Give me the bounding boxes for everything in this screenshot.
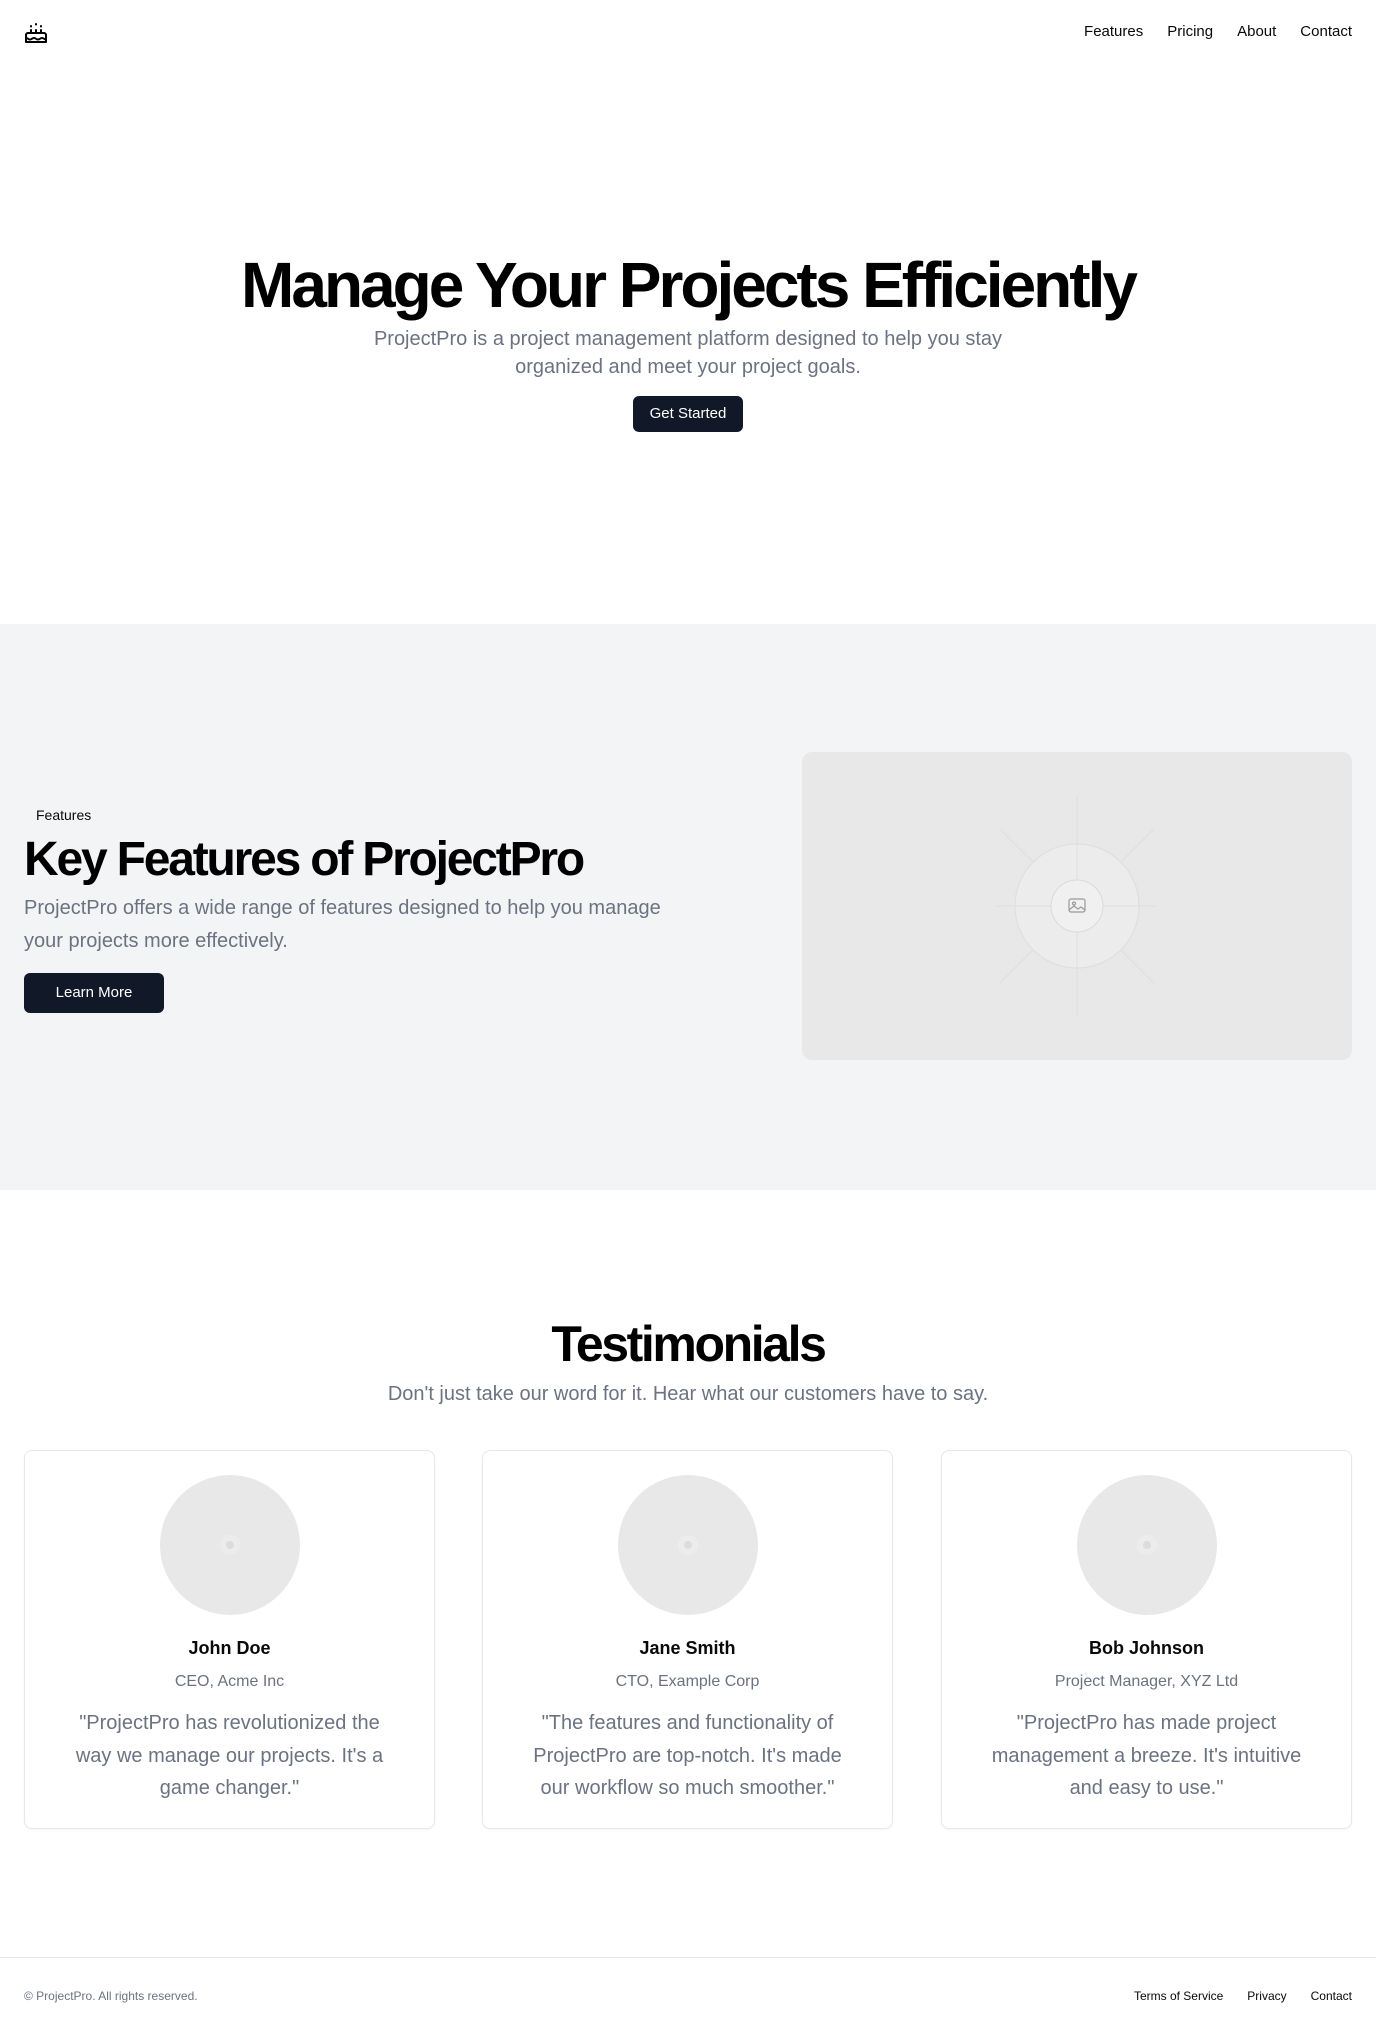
hero-subtitle: ProjectPro is a project management platf… xyxy=(373,328,1003,378)
testimonial-role: CEO, Acme Inc xyxy=(174,1673,285,1690)
feature-image-placeholder xyxy=(802,752,1352,1060)
features-title: Key Features of ProjectPro xyxy=(24,833,585,886)
testimonial-name: Jane Smith xyxy=(639,1638,736,1658)
testimonial-card: John Doe CEO, Acme Inc "ProjectPro has r… xyxy=(24,1450,435,1829)
testimonial-role: Project Manager, XYZ Ltd xyxy=(1054,1673,1239,1690)
nav-features[interactable]: Features xyxy=(1084,22,1143,42)
nav-contact[interactable]: Contact xyxy=(1300,22,1352,42)
testimonials-section: Testimonials Don't just take our word fo… xyxy=(0,1190,1376,1957)
testimonial-quote: "ProjectPro has made project management … xyxy=(991,1712,1302,1799)
testimonial-card: Bob Johnson Project Manager, XYZ Ltd "Pr… xyxy=(941,1450,1352,1829)
copyright-text: © ProjectPro. All rights reserved. xyxy=(24,1989,198,2003)
nav-pricing[interactable]: Pricing xyxy=(1167,22,1213,42)
features-section: Features Key Features of ProjectPro Proj… xyxy=(0,624,1376,1190)
hero-section: Manage Your Projects Efficiently Project… xyxy=(0,64,1376,624)
site-footer: © ProjectPro. All rights reserved. Terms… xyxy=(0,1957,1376,2022)
features-description: ProjectPro offers a wide range of featur… xyxy=(24,897,661,952)
main-nav: Features Pricing About Contact xyxy=(1084,22,1352,42)
hero-title: Manage Your Projects Efficiently xyxy=(241,249,1138,321)
testimonial-card: Jane Smith CTO, Example Corp "The featur… xyxy=(482,1450,893,1829)
get-started-button[interactable]: Get Started xyxy=(633,396,743,432)
avatar xyxy=(160,1475,300,1615)
avatar xyxy=(618,1475,758,1615)
testimonial-role: CTO, Example Corp xyxy=(615,1673,760,1690)
testimonial-name: John Doe xyxy=(188,1638,271,1658)
footer-link-privacy[interactable]: Privacy xyxy=(1247,1988,1286,2004)
testimonials-subtitle: Don't just take our word for it. Hear wh… xyxy=(387,1383,989,1405)
footer-nav: Terms of Service Privacy Contact xyxy=(1134,1988,1352,2004)
footer-link-contact[interactable]: Contact xyxy=(1311,1988,1352,2004)
footer-link-terms[interactable]: Terms of Service xyxy=(1134,1988,1223,2004)
testimonials-title: Testimonials xyxy=(551,1316,827,1372)
testimonial-name: Bob Johnson xyxy=(1089,1638,1204,1658)
avatar xyxy=(1077,1475,1217,1615)
testimonial-quote: "ProjectPro has revolutionized the way w… xyxy=(75,1712,384,1799)
learn-more-button[interactable]: Learn More xyxy=(24,973,164,1013)
nav-about[interactable]: About xyxy=(1237,22,1276,42)
site-header: Features Pricing About Contact xyxy=(0,0,1376,64)
features-badge: Features xyxy=(24,802,104,828)
testimonial-quote: "The features and functionality of Proje… xyxy=(533,1712,842,1799)
cake-icon[interactable] xyxy=(24,22,48,44)
